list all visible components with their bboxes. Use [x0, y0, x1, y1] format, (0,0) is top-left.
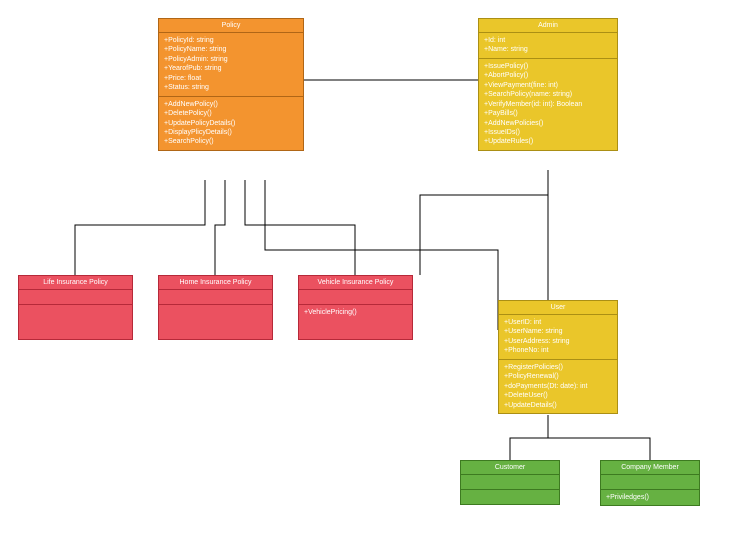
class-title: Home Insurance Policy: [159, 276, 272, 290]
class-title: Vehicle Insurance Policy: [299, 276, 412, 290]
class-user: User +UserID: int +UserName: string +Use…: [498, 300, 618, 414]
operations-section: [19, 305, 132, 339]
class-policy: Policy +PolicyId: string +PolicyName: st…: [158, 18, 304, 151]
operations-section: +Priviledges(): [601, 490, 699, 505]
operations-section: +RegisterPolicies() +PolicyRenewal() +do…: [499, 360, 617, 413]
class-vehicle-insurance: Vehicle Insurance Policy +VehiclePricing…: [298, 275, 413, 340]
attributes-section: +Id: int +Name: string: [479, 33, 617, 59]
operations-section: +IssuePolicy() +AbortPolicy() +ViewPayme…: [479, 59, 617, 150]
class-admin: Admin +Id: int +Name: string +IssuePolic…: [478, 18, 618, 151]
attributes-section: [159, 290, 272, 305]
operations-section: [159, 305, 272, 339]
operations-section: +AddNewPolicy() +DeletePolicy() +UpdateP…: [159, 97, 303, 150]
attributes-section: +PolicyId: string +PolicyName: string +P…: [159, 33, 303, 97]
class-life-insurance: Life Insurance Policy: [18, 275, 133, 340]
class-company-member: Company Member +Priviledges(): [600, 460, 700, 506]
attributes-section: [19, 290, 132, 305]
class-title: Customer: [461, 461, 559, 475]
connector-lines: [0, 0, 736, 535]
attributes-section: [601, 475, 699, 490]
class-title: Admin: [479, 19, 617, 33]
class-title: User: [499, 301, 617, 315]
class-title: Company Member: [601, 461, 699, 475]
class-customer: Customer: [460, 460, 560, 505]
operations-section: +VehiclePricing(): [299, 305, 412, 339]
class-home-insurance: Home Insurance Policy: [158, 275, 273, 340]
class-title: Life Insurance Policy: [19, 276, 132, 290]
attributes-section: [461, 475, 559, 490]
attributes-section: [299, 290, 412, 305]
attributes-section: +UserID: int +UserName: string +UserAddr…: [499, 315, 617, 360]
class-title: Policy: [159, 19, 303, 33]
operations-section: [461, 490, 559, 504]
